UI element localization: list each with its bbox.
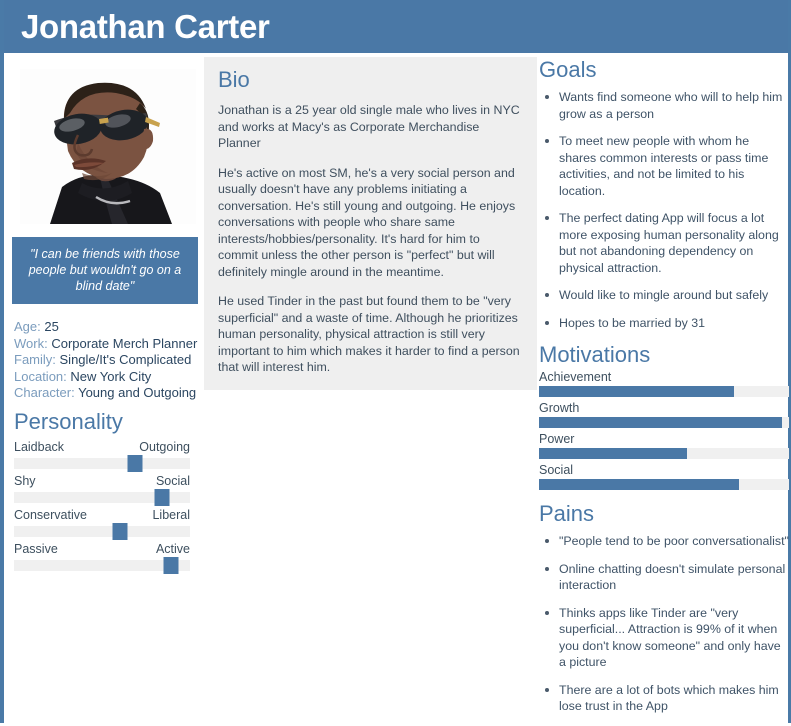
info-row-work: Work: Corporate Merch Planner <box>14 336 200 353</box>
info-row-character: Character: Young and Outgoing <box>14 385 200 402</box>
info-row-family: Family: Single/It's Complicated <box>14 352 200 369</box>
info-row-age: Age: 25 <box>14 319 200 336</box>
slider-left-label: Passive <box>14 542 58 556</box>
list-item: To meet new people with whom he shares c… <box>539 133 789 199</box>
info-value-age: 25 <box>44 319 59 334</box>
pains-heading: Pains <box>539 501 595 526</box>
personality-section: Personality Laidback Outgoing Shy Social <box>14 409 190 574</box>
persona-card: Jonathan Carter "I can be friends with t… <box>0 0 791 723</box>
slider-right-label: Liberal <box>152 508 190 522</box>
right-column: Goals Wants find someone who will to hel… <box>539 57 789 726</box>
info-label-age: Age: <box>14 319 41 334</box>
list-item: Would like to mingle around but safely <box>539 287 789 304</box>
personality-slider-shy-social[interactable]: Shy Social <box>14 473 190 506</box>
motivation-fill <box>539 448 687 459</box>
motivation-fill <box>539 479 739 490</box>
motivation-label: Achievement <box>539 370 612 384</box>
slider-left-label: Conservative <box>14 508 87 522</box>
motivation-label: Power <box>539 432 575 446</box>
pains-section: Pains "People tend to be poor conversati… <box>539 501 789 715</box>
portrait-photo-icon <box>20 69 196 224</box>
motivation-label: Growth <box>539 401 580 415</box>
bio-paragraph: Jonathan is a 25 year old single male wh… <box>218 103 520 150</box>
slider-left-label: Shy <box>14 474 36 488</box>
page-header: Jonathan Carter <box>4 0 788 53</box>
persona-info-list: Age: 25 Work: Corporate Merch Planner Fa… <box>14 319 200 402</box>
slider-knob[interactable] <box>163 557 179 574</box>
info-value-location: New York City <box>70 368 152 384</box>
info-value-character: Young and Outgoing <box>78 385 197 400</box>
motivation-achievement: Achievement <box>539 369 789 397</box>
motivation-track <box>539 386 789 397</box>
list-item: The perfect dating App will focus a lot … <box>539 210 789 276</box>
pains-list: "People tend to be poor conversationalis… <box>539 533 789 715</box>
motivation-label: Social <box>539 463 574 477</box>
info-value-family: Single/It's Complicated <box>59 352 192 367</box>
info-label-work: Work: <box>14 335 48 351</box>
motivation-social: Social <box>539 462 789 490</box>
info-label-character: Character: <box>14 385 75 400</box>
slider-left-label: Laidback <box>14 440 65 454</box>
motivation-track <box>539 479 789 490</box>
info-label-location: Location: <box>14 368 67 384</box>
slider-knob[interactable] <box>112 523 128 540</box>
slider-track[interactable] <box>14 489 190 506</box>
motivations-section: Motivations Achievement Growth Power Soc… <box>539 342 789 490</box>
list-item: Wants find someone who will to help him … <box>539 89 789 122</box>
motivation-growth: Growth <box>539 400 789 428</box>
slider-labels: Passive Active <box>14 541 190 558</box>
motivation-fill <box>539 417 782 428</box>
page-title: Jonathan Carter <box>21 8 270 45</box>
motivation-power: Power <box>539 431 789 459</box>
bio-paragraph: He's active on most SM, he's a very soci… <box>218 165 516 279</box>
personality-slider-passive-active[interactable]: Passive Active <box>14 541 190 574</box>
slider-right-label: Active <box>155 542 190 556</box>
slider-knob[interactable] <box>154 489 170 506</box>
slider-labels: Conservative Liberal <box>14 507 190 524</box>
motivation-track <box>539 448 789 459</box>
list-item: Thinks apps like Tinder are "very superf… <box>539 605 789 671</box>
bio-paragraph: He used Tinder in the past but found the… <box>218 294 520 374</box>
personality-slider-laidback-outgoing[interactable]: Laidback Outgoing <box>14 439 190 472</box>
slider-track[interactable] <box>14 455 190 472</box>
goals-heading: Goals <box>539 57 597 82</box>
slider-labels: Shy Social <box>14 473 190 490</box>
info-value-work: Corporate Merch Planner <box>51 335 198 351</box>
bio-section: Bio Jonathan is a 25 year old single mal… <box>204 57 537 390</box>
bio-heading: Bio <box>218 67 250 92</box>
slider-track[interactable] <box>14 557 190 574</box>
list-item: There are a lot of bots which makes him … <box>539 682 789 715</box>
info-label-family: Family: <box>14 352 56 367</box>
list-item: "People tend to be poor conversationalis… <box>539 533 789 550</box>
persona-quote: "I can be friends with those people but … <box>12 237 198 304</box>
list-item: Online chatting doesn't simulate persona… <box>539 561 789 594</box>
motivations-heading: Motivations <box>539 342 651 367</box>
goals-section: Goals Wants find someone who will to hel… <box>539 57 789 331</box>
slider-labels: Laidback Outgoing <box>14 439 190 456</box>
motivation-fill <box>539 386 734 397</box>
info-row-location: Location: New York City <box>14 369 200 386</box>
goals-list: Wants find someone who will to help him … <box>539 89 789 331</box>
slider-knob[interactable] <box>127 455 143 472</box>
slider-right-label: Outgoing <box>139 440 190 454</box>
motivation-track <box>539 417 789 428</box>
slider-right-label: Social <box>155 474 190 488</box>
personality-heading: Personality <box>14 409 123 434</box>
avatar <box>20 69 196 224</box>
slider-track[interactable] <box>14 523 190 540</box>
list-item: Hopes to be married by 31 <box>539 315 789 332</box>
personality-slider-conservative-liberal[interactable]: Conservative Liberal <box>14 507 190 540</box>
